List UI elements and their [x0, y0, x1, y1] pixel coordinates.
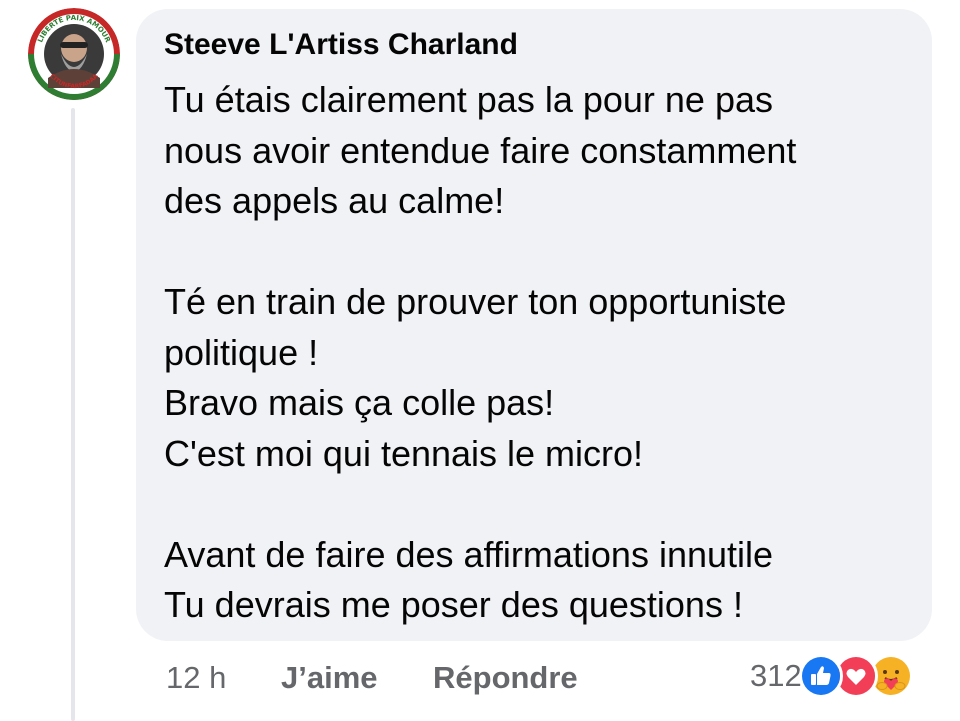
comment-line: des appels au calme!: [164, 180, 505, 221]
thread-line: [71, 108, 75, 721]
comment-line: Tu devrais me poser des questions !: [164, 584, 743, 625]
comment-line: Té en train de prouver ton opportuniste: [164, 281, 787, 322]
comment-line: C'est moi qui tennais le micro!: [164, 432, 644, 474]
comment-author-name[interactable]: Steeve L'Artiss Charland: [164, 25, 518, 65]
comment-timestamp[interactable]: 12 h: [166, 656, 226, 700]
like-icon: [798, 654, 843, 698]
reactions-summary[interactable]: 312: [750, 650, 913, 702]
comment-line: nous avoir entendue faire constamment: [164, 129, 797, 171]
avatar-image: LIBERTÉ PAIX AMOUR CITUNFARFADAA: [28, 8, 120, 100]
comment-line: [164, 479, 924, 530]
comment-bubble: Steeve L'Artiss Charland Tu étais claire…: [136, 9, 932, 641]
avatar[interactable]: LIBERTÉ PAIX AMOUR CITUNFARFADAA: [28, 8, 120, 100]
reply-button[interactable]: Répondre: [433, 656, 578, 700]
comment-line: politique !: [164, 331, 319, 373]
comment-line: Tu étais clairement pas la pour ne pas: [164, 79, 773, 120]
comment-line: Bravo mais ça colle pas!: [164, 382, 555, 423]
comment-text: Tu étais clairement pas la pour ne pas n…: [164, 75, 924, 631]
like-button[interactable]: J’aime: [281, 656, 378, 700]
reaction-count: 312: [750, 658, 802, 693]
comment-line: [164, 227, 924, 278]
comment-line: Avant de faire des affirmations innutile: [164, 533, 774, 575]
